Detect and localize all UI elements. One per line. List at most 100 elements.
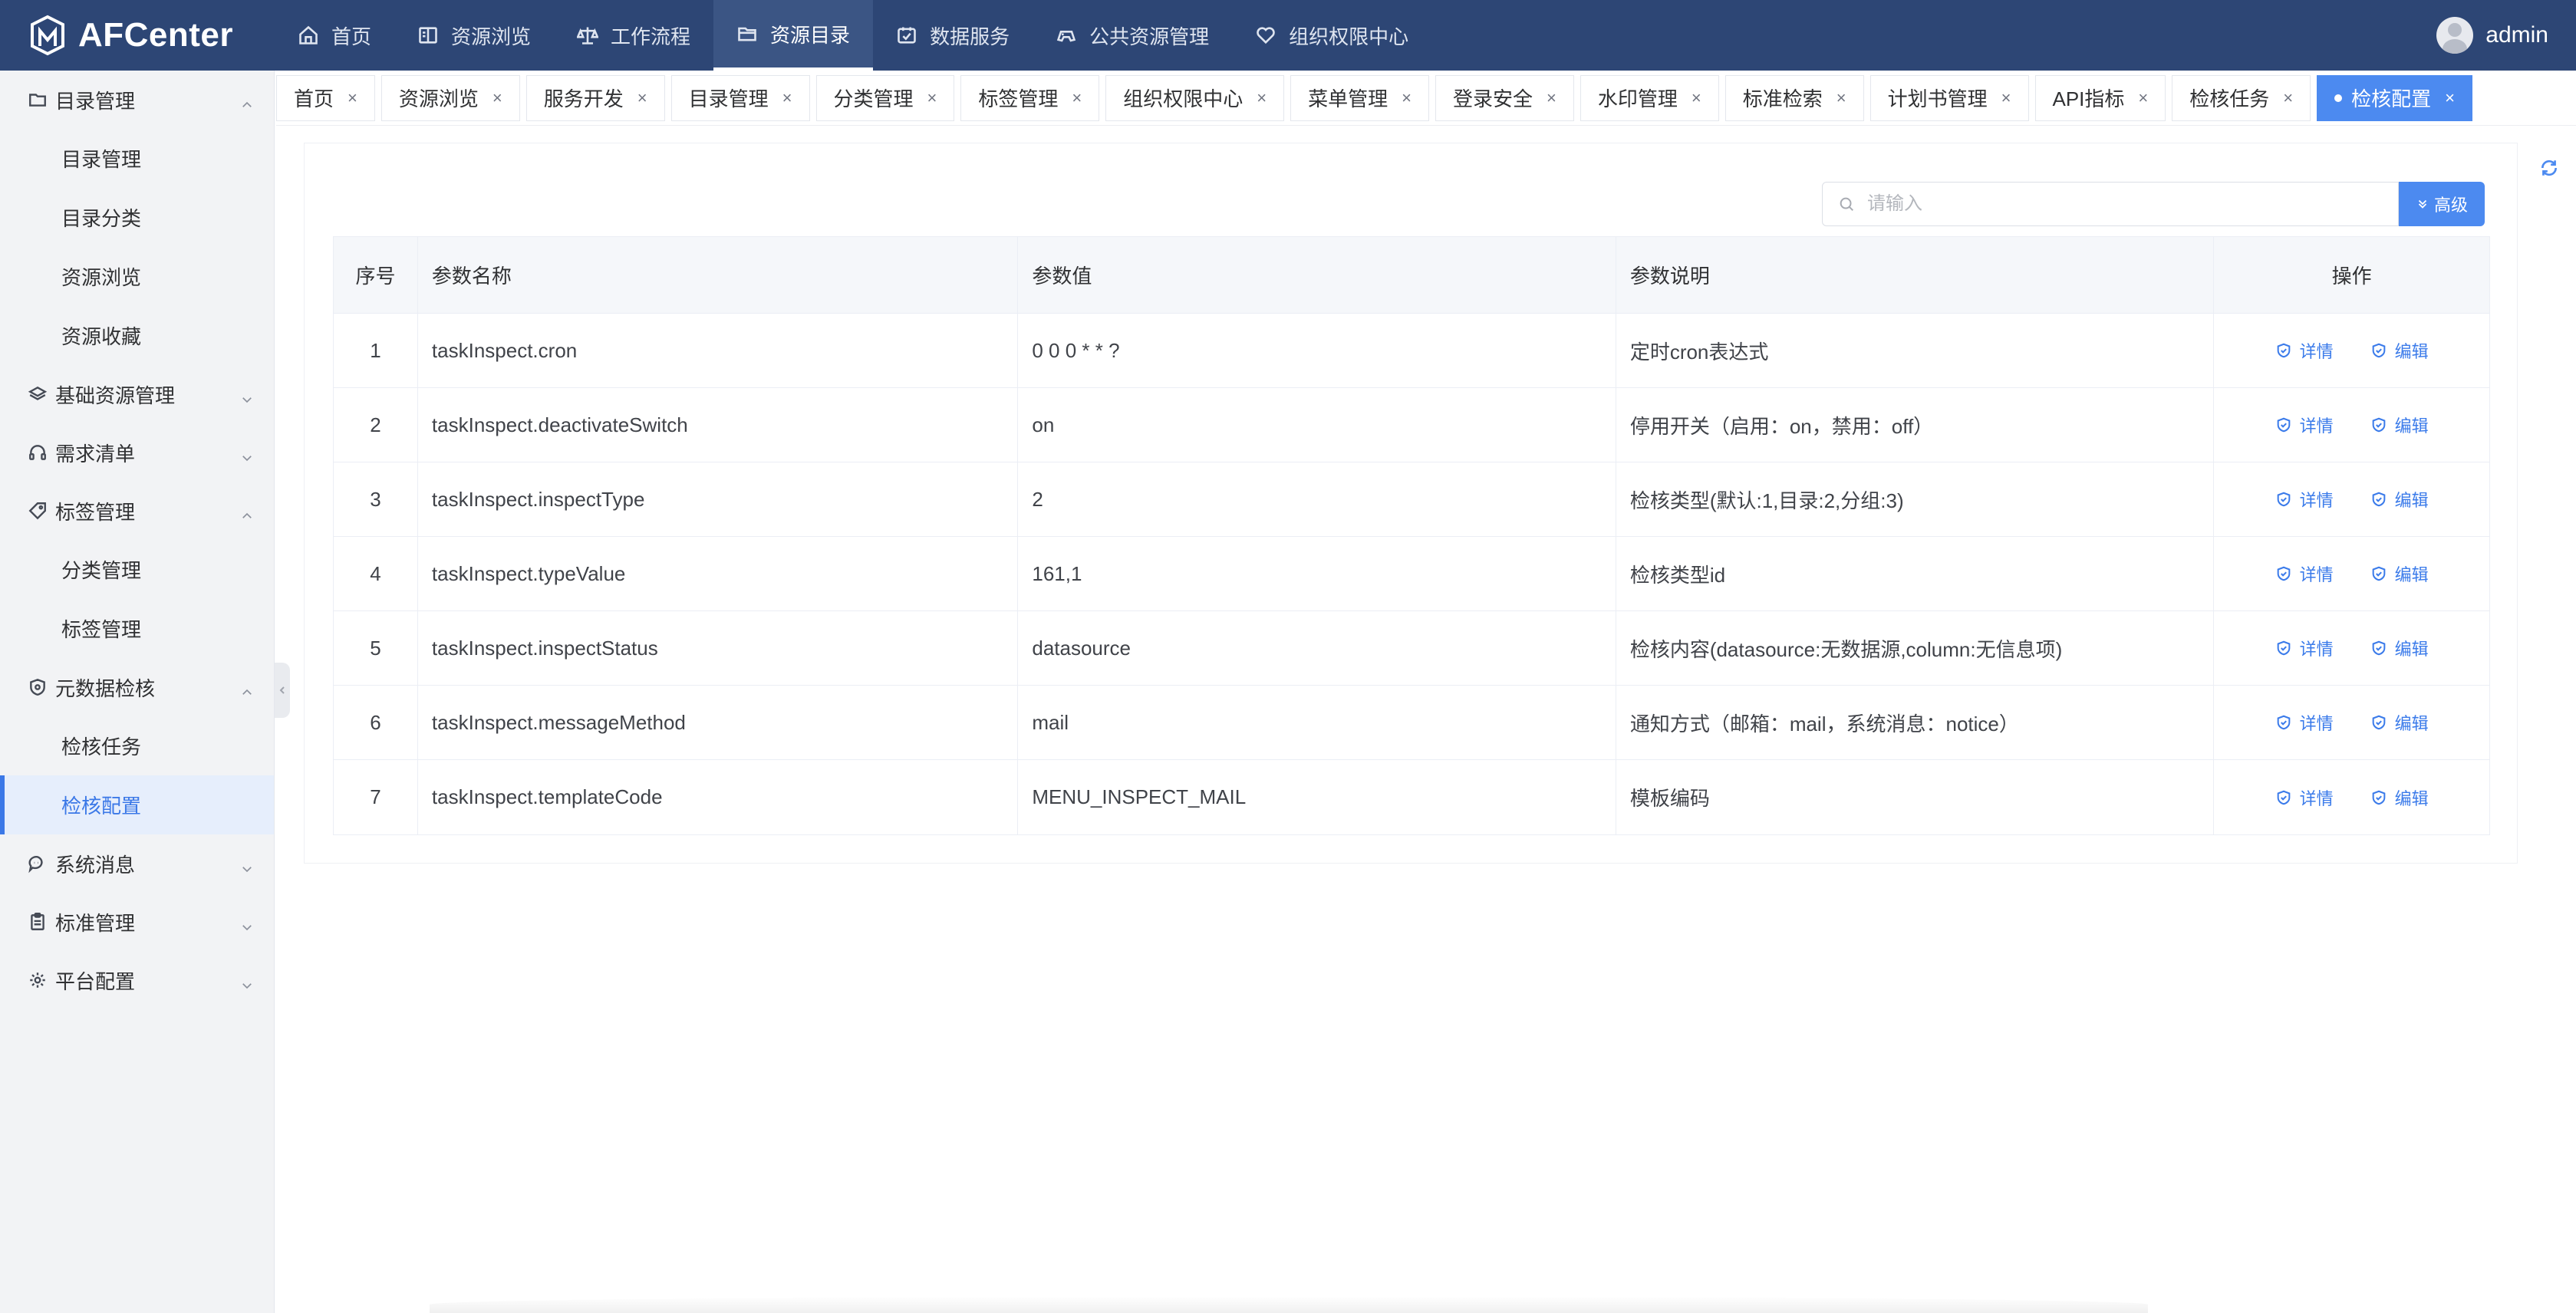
sidebar-item-resource-favorite[interactable]: 资源收藏 [0,306,274,365]
refresh-icon[interactable] [2539,158,2559,178]
scale-icon [577,27,599,44]
sidebar-group-catalog[interactable]: 目录管理 [0,71,274,129]
tab-org-permission[interactable]: 组织权限中心 × [1105,74,1285,121]
cell-no: 3 [334,462,418,536]
close-icon[interactable]: × [2283,88,2293,108]
tab-home[interactable]: 首页 × [276,74,375,121]
detail-label: 详情 [2299,640,2334,659]
close-icon[interactable]: × [2445,88,2455,108]
close-icon[interactable]: × [1692,88,1701,108]
detail-link[interactable]: 详情 [2275,636,2334,660]
shield-check-icon [2372,417,2385,433]
nav-workflow[interactable]: 工作流程 [554,0,713,71]
tab-watermark[interactable]: 水印管理 × [1580,74,1719,121]
detail-label: 详情 [2299,342,2334,361]
close-icon[interactable]: × [2001,88,2011,108]
sidebar-group-system-message[interactable]: 系统消息 [0,834,274,893]
close-icon[interactable]: × [2138,88,2148,108]
edit-link[interactable]: 编辑 [2370,561,2429,586]
close-icon[interactable]: × [1072,88,1082,108]
tab-plan-manage[interactable]: 计划书管理 × [1869,74,2029,121]
edit-link[interactable]: 编辑 [2370,338,2429,363]
close-icon[interactable]: × [782,88,792,108]
sidebar-group-basic-resource[interactable]: 基础资源管理 [0,365,274,423]
cell-no: 7 [334,760,418,834]
folder-icon [29,94,46,107]
search-box[interactable] [1822,182,2399,226]
tab-inspect-task[interactable]: 检核任务 × [2172,74,2311,121]
sidebar-group-platform-config[interactable]: 平台配置 [0,951,274,1009]
search-input[interactable] [1867,193,2358,215]
close-icon[interactable]: × [1836,88,1846,108]
edit-link[interactable]: 编辑 [2370,413,2429,437]
cell-no: 5 [334,611,418,685]
nav-home[interactable]: 首页 [275,0,394,71]
close-icon[interactable]: × [637,88,647,108]
nav-public-resource[interactable]: 公共资源管理 [1033,0,1232,71]
tab-service-dev[interactable]: 服务开发 × [525,74,665,121]
sidebar-collapse-handle[interactable] [275,663,290,718]
shield-check-icon [2372,715,2385,730]
detail-link[interactable]: 详情 [2275,413,2334,437]
tab-api-metrics[interactable]: API指标 × [2034,74,2166,121]
active-dot [2334,94,2343,102]
edit-link[interactable]: 编辑 [2370,636,2429,660]
top-nav: 首页 资源浏览 工作流程 资源目录 数据服务 公共资源管理 组织权限中心 [275,0,1431,71]
shield-check-icon [2372,790,2385,805]
close-icon[interactable]: × [1402,88,1412,108]
sidebar-group-label: 需求清单 [55,442,136,466]
advanced-search-button[interactable]: 高级 [2399,182,2485,226]
config-table: 序号 参数名称 参数值 参数说明 操作 1 taskInspect.cron 0… [333,236,2490,835]
user-name: admin [2485,22,2548,48]
sidebar-item-category-manage[interactable]: 分类管理 [0,540,274,599]
detail-link[interactable]: 详情 [2275,561,2334,586]
detail-link[interactable]: 详情 [2275,338,2334,363]
nav-resource-catalog[interactable]: 资源目录 [713,0,874,71]
tab-category-manage[interactable]: 分类管理 × [815,74,955,121]
nav-data-service[interactable]: 数据服务 [873,0,1033,71]
tab-label: 组织权限中心 [1123,87,1244,110]
detail-link[interactable]: 详情 [2275,710,2334,735]
close-icon[interactable]: × [1547,88,1556,108]
detail-link[interactable]: 详情 [2275,487,2334,512]
tab-inspect-config[interactable]: 检核配置 × [2317,74,2473,121]
sidebar-item-inspect-config[interactable]: 检核配置 [0,775,274,834]
edit-link[interactable]: 编辑 [2370,487,2429,512]
sidebar-group-requirements[interactable]: 需求清单 [0,423,274,482]
sidebar-group-metadata-inspect[interactable]: 元数据检核 [0,658,274,716]
sidebar-group-standards[interactable]: 标准管理 [0,893,274,951]
close-icon[interactable]: × [348,88,357,108]
nav-resource-browse[interactable]: 资源浏览 [394,0,554,71]
edit-link[interactable]: 编辑 [2370,785,2429,810]
close-icon[interactable]: × [927,88,937,108]
advanced-label: 高级 [2433,196,2468,215]
tab-label: API指标 [2052,87,2125,110]
sidebar-item-catalog-category[interactable]: 目录分类 [0,188,274,247]
tab-menu-manage[interactable]: 菜单管理 × [1290,74,1429,121]
close-icon[interactable]: × [492,88,502,108]
tab-catalog-manage[interactable]: 目录管理 × [670,74,810,121]
sidebar-group-tags[interactable]: 标签管理 [0,482,274,540]
detail-link[interactable]: 详情 [2275,785,2334,810]
app-logo[interactable]: AFCenter [0,0,275,71]
chevron-down-icon [240,446,254,462]
tab-resource-browse[interactable]: 资源浏览 × [380,74,520,121]
cell-name: taskInspect.templateCode [418,760,1019,834]
detail-label: 详情 [2299,491,2334,510]
tab-login-security[interactable]: 登录安全 × [1435,74,1574,121]
sidebar-item-inspect-task[interactable]: 检核任务 [0,716,274,775]
nav-org-permission[interactable]: 组织权限中心 [1232,0,1431,71]
sidebar-item-catalog-manage[interactable]: 目录管理 [0,129,274,188]
sidebar-item-resource-browse[interactable]: 资源浏览 [0,247,274,306]
tab-tag-manage[interactable]: 标签管理 × [960,74,1100,121]
cell-no: 6 [334,686,418,759]
sidebar-item-tag-manage[interactable]: 标签管理 [0,599,274,658]
book-icon [419,27,437,44]
heart-icon [1257,27,1275,44]
tab-standard-search[interactable]: 标准检索 × [1724,74,1864,121]
edit-label: 编辑 [2394,491,2429,510]
edit-link[interactable]: 编辑 [2370,710,2429,735]
user-menu[interactable]: admin [2436,0,2548,71]
close-icon[interactable]: × [1257,88,1267,108]
shield-check-icon [2277,417,2290,433]
